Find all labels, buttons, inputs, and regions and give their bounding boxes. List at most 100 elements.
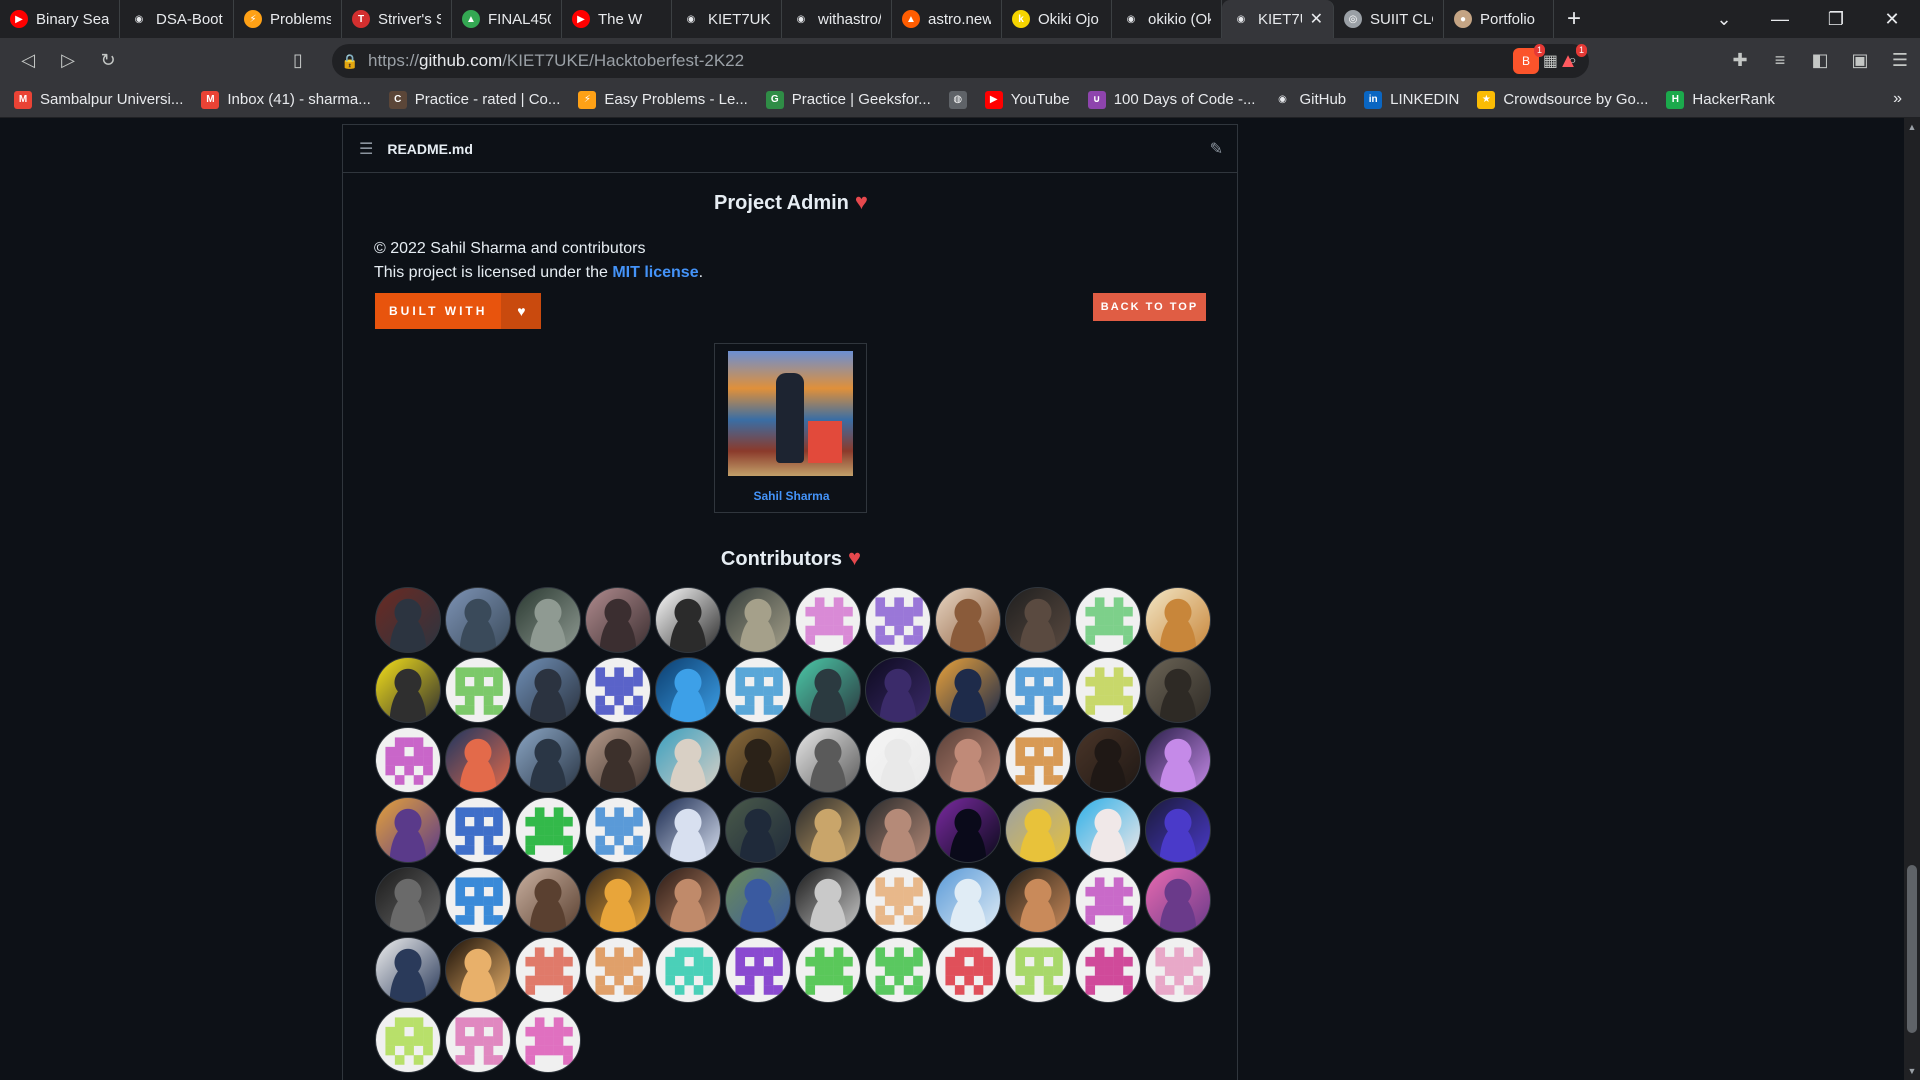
browser-tab[interactable]: ▲ FINAL450 bbox=[452, 0, 562, 38]
contributor-avatar[interactable] bbox=[515, 727, 581, 793]
contributor-avatar[interactable] bbox=[1005, 937, 1071, 1003]
bookmark-icon[interactable]: ▯ bbox=[278, 42, 318, 78]
close-tab-icon[interactable]: ✕ bbox=[1310, 9, 1323, 29]
contributor-avatar[interactable] bbox=[445, 727, 511, 793]
page-scrollbar[interactable]: ▲ ▼ bbox=[1904, 118, 1920, 1080]
contributor-avatar[interactable] bbox=[445, 937, 511, 1003]
admin-name-link[interactable]: Sahil Sharma bbox=[715, 489, 868, 503]
bookmark-item[interactable]: ◍ bbox=[948, 90, 967, 109]
contributor-avatar[interactable] bbox=[1075, 587, 1141, 653]
contributor-avatar[interactable] bbox=[1145, 727, 1211, 793]
contributor-avatar[interactable] bbox=[1075, 937, 1141, 1003]
built-with-badge[interactable]: BUILT WITH ♥ bbox=[375, 293, 542, 329]
contributor-avatar[interactable] bbox=[655, 797, 721, 863]
contributor-avatar[interactable] bbox=[865, 797, 931, 863]
contributor-avatar[interactable] bbox=[1005, 587, 1071, 653]
contributor-avatar[interactable] bbox=[445, 1007, 511, 1073]
contributor-avatar[interactable] bbox=[585, 937, 651, 1003]
browser-tab[interactable]: T Striver's S bbox=[342, 0, 452, 38]
contributor-avatar[interactable] bbox=[515, 797, 581, 863]
contributor-avatar[interactable] bbox=[865, 657, 931, 723]
contributor-avatar[interactable] bbox=[515, 1007, 581, 1073]
contributor-avatar[interactable] bbox=[795, 797, 861, 863]
extensions-icon[interactable]: ✚ bbox=[1720, 42, 1760, 78]
scrollbar-thumb[interactable] bbox=[1907, 865, 1917, 1033]
back-to-top-button[interactable]: BACK TO TOP bbox=[1093, 293, 1206, 321]
playlist-icon[interactable]: ≡ bbox=[1760, 42, 1800, 78]
contributor-avatar[interactable] bbox=[725, 657, 791, 723]
reload-icon[interactable]: ↻ bbox=[88, 42, 128, 78]
bookmark-item[interactable]: C Practice - rated | Co... bbox=[388, 90, 560, 109]
contributor-avatar[interactable] bbox=[795, 867, 861, 933]
minimize-icon[interactable]: — bbox=[1752, 0, 1808, 38]
bookmark-item[interactable]: H HackerRank bbox=[1666, 90, 1775, 109]
contributor-avatar[interactable] bbox=[515, 937, 581, 1003]
contributor-avatar[interactable] bbox=[585, 727, 651, 793]
contributor-avatar[interactable] bbox=[375, 727, 441, 793]
contributor-avatar[interactable] bbox=[375, 657, 441, 723]
edit-pencil-icon[interactable]: ✎ bbox=[1210, 139, 1223, 159]
browser-tab[interactable]: ◉ withastro/ bbox=[782, 0, 892, 38]
bookmark-item[interactable]: ⚡ Easy Problems - Le... bbox=[578, 90, 748, 109]
bookmark-item[interactable]: M Inbox (41) - sharma... bbox=[201, 90, 371, 109]
browser-tab[interactable]: ◉ KIET7UKE bbox=[672, 0, 782, 38]
bookmark-item[interactable]: ◉ GitHub bbox=[1273, 91, 1346, 109]
contributor-avatar[interactable] bbox=[375, 867, 441, 933]
contributor-avatar[interactable] bbox=[725, 867, 791, 933]
contributor-avatar[interactable] bbox=[1075, 797, 1141, 863]
bookmark-item[interactable]: ▶ YouTube bbox=[984, 90, 1070, 109]
contributor-avatar[interactable] bbox=[515, 657, 581, 723]
contributor-avatar[interactable] bbox=[1075, 657, 1141, 723]
contributor-avatar[interactable] bbox=[1005, 867, 1071, 933]
browser-tab[interactable]: ▲ astro.new bbox=[892, 0, 1002, 38]
browser-tab[interactable]: ▶ Binary Sea bbox=[0, 0, 120, 38]
tab-search-icon[interactable]: ⌄ bbox=[1696, 0, 1752, 38]
contributor-avatar[interactable] bbox=[375, 1007, 441, 1073]
contributor-avatar[interactable] bbox=[375, 937, 441, 1003]
contributor-avatar[interactable] bbox=[375, 797, 441, 863]
browser-tab[interactable]: ● Portfolio bbox=[1444, 0, 1554, 38]
brave-shields-icon[interactable]: B1 bbox=[1513, 44, 1545, 74]
browser-tab[interactable]: k Okiki Ojo bbox=[1002, 0, 1112, 38]
contributor-avatar[interactable] bbox=[1075, 867, 1141, 933]
browser-tab[interactable]: ◉ okikio (Ok bbox=[1112, 0, 1222, 38]
new-tab-icon[interactable]: + bbox=[1554, 5, 1594, 33]
contributor-avatar[interactable] bbox=[515, 587, 581, 653]
browser-tab[interactable]: ◉ KIET7U ✕ bbox=[1222, 0, 1334, 38]
close-window-icon[interactable]: ✕ bbox=[1864, 0, 1920, 38]
contributor-avatar[interactable] bbox=[585, 587, 651, 653]
contributor-avatar[interactable] bbox=[1005, 727, 1071, 793]
contributor-avatar[interactable] bbox=[725, 727, 791, 793]
contributor-avatar[interactable] bbox=[375, 587, 441, 653]
contributor-avatar[interactable] bbox=[1145, 587, 1211, 653]
mit-license-link[interactable]: MIT license bbox=[612, 264, 698, 281]
address-bar[interactable]: 🔒 https://github.com/KIET7UKE/Hacktoberf… bbox=[332, 44, 1589, 78]
bookmark-item[interactable]: G Practice | Geeksfor... bbox=[765, 90, 931, 109]
contributor-avatar[interactable] bbox=[865, 937, 931, 1003]
browser-tab[interactable]: ▶ The W bbox=[562, 0, 672, 38]
contributor-avatar[interactable] bbox=[1145, 937, 1211, 1003]
contributor-avatar[interactable] bbox=[445, 587, 511, 653]
bookmarks-overflow-icon[interactable]: » bbox=[1893, 90, 1902, 108]
contributor-avatar[interactable] bbox=[1075, 727, 1141, 793]
sidebar-icon[interactable]: ◧ bbox=[1800, 42, 1840, 78]
contributor-avatar[interactable] bbox=[935, 797, 1001, 863]
contributor-avatar[interactable] bbox=[1145, 657, 1211, 723]
scroll-up-icon[interactable]: ▲ bbox=[1904, 122, 1920, 132]
contributor-avatar[interactable] bbox=[1005, 797, 1071, 863]
outline-list-icon[interactable]: ☰ bbox=[359, 139, 373, 159]
bookmark-item[interactable]: M Sambalpur Universi... bbox=[14, 90, 183, 109]
contributor-avatar[interactable] bbox=[795, 937, 861, 1003]
contributor-avatar[interactable] bbox=[655, 937, 721, 1003]
contributor-avatar[interactable] bbox=[445, 867, 511, 933]
back-icon[interactable]: ◁ bbox=[8, 42, 48, 78]
contributor-avatar[interactable] bbox=[585, 797, 651, 863]
bookmark-item[interactable]: ∪ 100 Days of Code -... bbox=[1087, 90, 1255, 109]
contributor-avatar[interactable] bbox=[725, 937, 791, 1003]
contributor-avatar[interactable] bbox=[795, 727, 861, 793]
lock-icon[interactable]: 🔒 bbox=[332, 53, 368, 70]
contributor-avatar[interactable] bbox=[515, 867, 581, 933]
contributor-avatar[interactable] bbox=[655, 587, 721, 653]
restore-icon[interactable]: ❐ bbox=[1808, 0, 1864, 38]
contributor-avatar[interactable] bbox=[655, 657, 721, 723]
